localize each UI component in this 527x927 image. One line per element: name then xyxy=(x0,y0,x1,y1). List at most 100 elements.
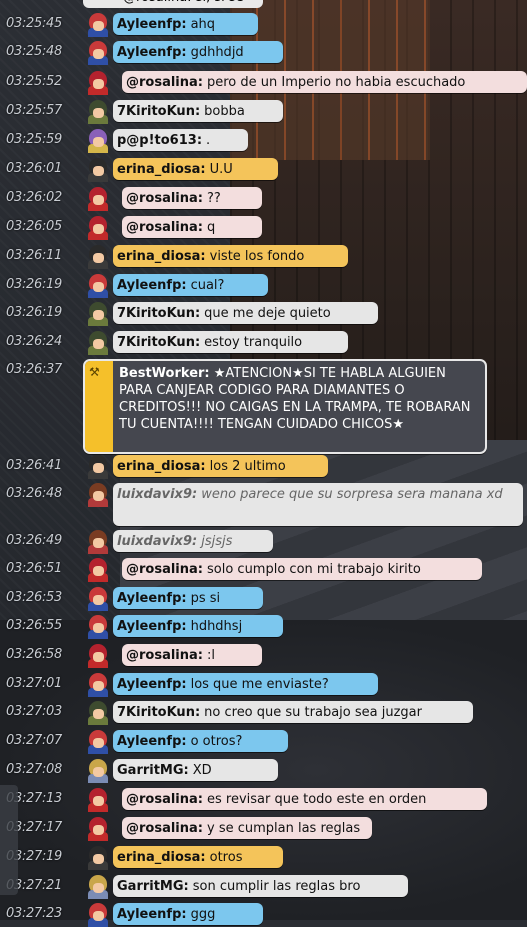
chat-bubble-7kiritokun[interactable]: 7KiritoKun: bobba xyxy=(113,100,283,122)
message-sender[interactable]: Ayleenfp: xyxy=(117,278,187,293)
chat-bubble-erina-diosa[interactable]: erina_diosa: otros xyxy=(113,846,283,868)
message-sender[interactable]: erina_diosa: xyxy=(117,459,206,474)
chat-bubble-ayleenfp[interactable]: Ayleenfp: o otros? xyxy=(113,730,288,752)
user-avatar[interactable] xyxy=(83,873,113,899)
message-sender[interactable]: 7KiritoKun: xyxy=(117,335,200,350)
avatar-face xyxy=(93,854,104,864)
chat-bubble-erina-diosa[interactable]: erina_diosa: los 2 ultimo xyxy=(113,455,328,477)
user-avatar[interactable] xyxy=(83,671,113,697)
message-sender[interactable]: Ayleenfp: xyxy=(117,45,187,60)
message-sender[interactable]: @rosalina: xyxy=(126,792,203,807)
message-sender[interactable]: BestWorker: xyxy=(119,366,210,381)
system-announcement[interactable]: ⚒ BestWorker: ★ATENCION★SI TE HABLA ALGUI… xyxy=(83,359,487,454)
user-avatar[interactable] xyxy=(83,642,113,668)
user-avatar[interactable] xyxy=(83,699,113,725)
chat-bubble-ayleenfp[interactable]: Ayleenfp: ggg xyxy=(113,903,263,925)
user-avatar[interactable] xyxy=(83,127,113,153)
message-timestamp: 03:27:01 xyxy=(6,676,62,691)
user-avatar[interactable] xyxy=(83,528,113,554)
user-avatar[interactable] xyxy=(83,185,113,211)
chat-bubble-ayleenfp[interactable]: Ayleenfp: gdhhdjd xyxy=(113,41,283,63)
avatar-face xyxy=(93,49,104,59)
user-avatar[interactable] xyxy=(83,556,113,582)
message-sender[interactable]: @rosalina: xyxy=(126,562,203,577)
message-sender[interactable]: Ayleenfp: xyxy=(117,907,187,922)
chat-bubble-7kiritokun[interactable]: 7KiritoKun: que me deje quieto xyxy=(113,302,378,324)
message-timestamp: 03:25:57 xyxy=(6,103,62,118)
message-sender[interactable]: 7KiritoKun: xyxy=(117,306,200,321)
message-text: jsjsjs xyxy=(201,533,233,549)
message-sender[interactable]: Ayleenfp: xyxy=(117,677,187,692)
chat-bubble-luixdavix9[interactable]: luixdavix9: jsjsjs xyxy=(113,530,273,552)
message-sender[interactable]: p@p!to613: xyxy=(117,133,202,148)
chat-bubble-garritmg[interactable]: GarritMG: XD xyxy=(113,759,278,781)
chat-bubble-erina-diosa[interactable]: erina_diosa: U.U xyxy=(113,158,278,180)
user-avatar[interactable] xyxy=(83,481,113,507)
message-sender[interactable]: @rosalina: xyxy=(126,75,203,90)
chat-bubble-erina-diosa[interactable]: erina_diosa: viste los fondo xyxy=(113,245,348,267)
chat-bubble-7kiritokun[interactable]: 7KiritoKun: no creo que su trabajo sea ju… xyxy=(113,701,473,723)
message-sender[interactable]: 7KiritoKun: xyxy=(117,104,200,119)
avatar-face xyxy=(93,709,104,719)
chat-bubble-luixdavix9[interactable]: luixdavix9: weno parece que su sorpresa s… xyxy=(113,483,523,526)
message-sender[interactable]: erina_diosa: xyxy=(117,850,206,865)
chat-bubble-rosalina[interactable]: @rosalina: q xyxy=(122,216,262,238)
message-timestamp: 03:25:45 xyxy=(6,16,62,31)
message-sender[interactable]: erina_diosa: xyxy=(117,249,206,264)
message-sender[interactable]: luixdavix9: xyxy=(117,487,197,502)
message-sender[interactable]: @rosalina: xyxy=(126,220,203,235)
message-sender[interactable]: Ayleenfp: xyxy=(117,591,187,606)
message-sender[interactable]: GarritMG: xyxy=(117,763,189,778)
user-avatar[interactable] xyxy=(83,786,113,812)
message-text: ahq xyxy=(190,16,216,32)
chat-bubble-ayleenfp[interactable]: Ayleenfp: cual? xyxy=(113,274,268,296)
chat-bubble-rosalina[interactable]: @rosalina: pero de un Imperio no habia es… xyxy=(122,71,527,93)
message-sender[interactable]: erina_diosa: xyxy=(117,162,206,177)
user-avatar[interactable] xyxy=(83,453,113,479)
chat-bubble-rosalina[interactable]: @rosalina::l xyxy=(122,644,262,666)
message-sender[interactable]: Ayleenfp: xyxy=(117,17,187,32)
chat-bubble-rosalina[interactable]: @rosalina:?? xyxy=(122,187,262,209)
user-avatar[interactable] xyxy=(83,39,113,65)
chat-bubble-ayleenfp[interactable]: Ayleenfp: los que me enviaste? xyxy=(113,673,378,695)
user-avatar[interactable] xyxy=(83,901,113,927)
user-avatar[interactable] xyxy=(83,757,113,783)
chat-bubble-ayleenfp[interactable]: Ayleenfp: hdhdhsj xyxy=(113,615,283,637)
message-sender[interactable]: Ayleenfp: xyxy=(117,734,187,749)
chat-bubble-p-p-to613[interactable]: p@p!to613:. xyxy=(113,129,248,151)
user-avatar[interactable] xyxy=(83,98,113,124)
user-avatar[interactable] xyxy=(83,272,113,298)
user-avatar[interactable] xyxy=(83,844,113,870)
chat-bubble-truncated[interactable]: @rosalina: sí, sí se xyxy=(83,0,263,8)
user-avatar[interactable] xyxy=(83,815,113,841)
announcement-strip: ⚒ xyxy=(85,361,113,452)
user-avatar[interactable] xyxy=(83,613,113,639)
user-avatar[interactable] xyxy=(83,156,113,182)
message-sender[interactable]: @rosalina: xyxy=(126,648,203,663)
user-avatar[interactable] xyxy=(83,300,113,326)
chat-bubble-rosalina[interactable]: @rosalina: solo cumplo con mi trabajo kir… xyxy=(122,558,482,580)
user-avatar[interactable] xyxy=(83,214,113,240)
message-text: que me deje quieto xyxy=(204,305,331,321)
chat-bubble-ayleenfp[interactable]: Ayleenfp: ps si xyxy=(113,587,263,609)
message-text: otros xyxy=(209,849,243,865)
chat-bubble-rosalina[interactable]: @rosalina: es revisar que todo este en or… xyxy=(122,788,487,810)
message-timestamp: 03:26:53 xyxy=(6,590,62,605)
user-avatar[interactable] xyxy=(83,243,113,269)
message-sender[interactable]: @rosalina: xyxy=(126,821,203,836)
message-sender[interactable]: @rosalina: xyxy=(126,191,203,206)
chat-scroll-handle[interactable] xyxy=(0,785,18,895)
user-avatar[interactable] xyxy=(83,728,113,754)
message-sender[interactable]: GarritMG: xyxy=(117,879,189,894)
user-avatar[interactable] xyxy=(83,585,113,611)
user-avatar[interactable] xyxy=(83,329,113,355)
message-sender[interactable]: luixdavix9: xyxy=(117,534,197,549)
message-sender[interactable]: 7KiritoKun: xyxy=(117,705,200,720)
chat-bubble-rosalina[interactable]: @rosalina: y se cumplan las reglas xyxy=(122,817,372,839)
message-sender[interactable]: Ayleenfp: xyxy=(117,619,187,634)
user-avatar[interactable] xyxy=(83,11,113,37)
chat-bubble-ayleenfp[interactable]: Ayleenfp: ahq xyxy=(113,13,258,35)
chat-bubble-7kiritokun[interactable]: 7KiritoKun: estoy tranquilo xyxy=(113,331,348,353)
chat-bubble-garritmg[interactable]: GarritMG: son cumplir las reglas bro xyxy=(113,875,408,897)
user-avatar[interactable] xyxy=(83,69,113,95)
